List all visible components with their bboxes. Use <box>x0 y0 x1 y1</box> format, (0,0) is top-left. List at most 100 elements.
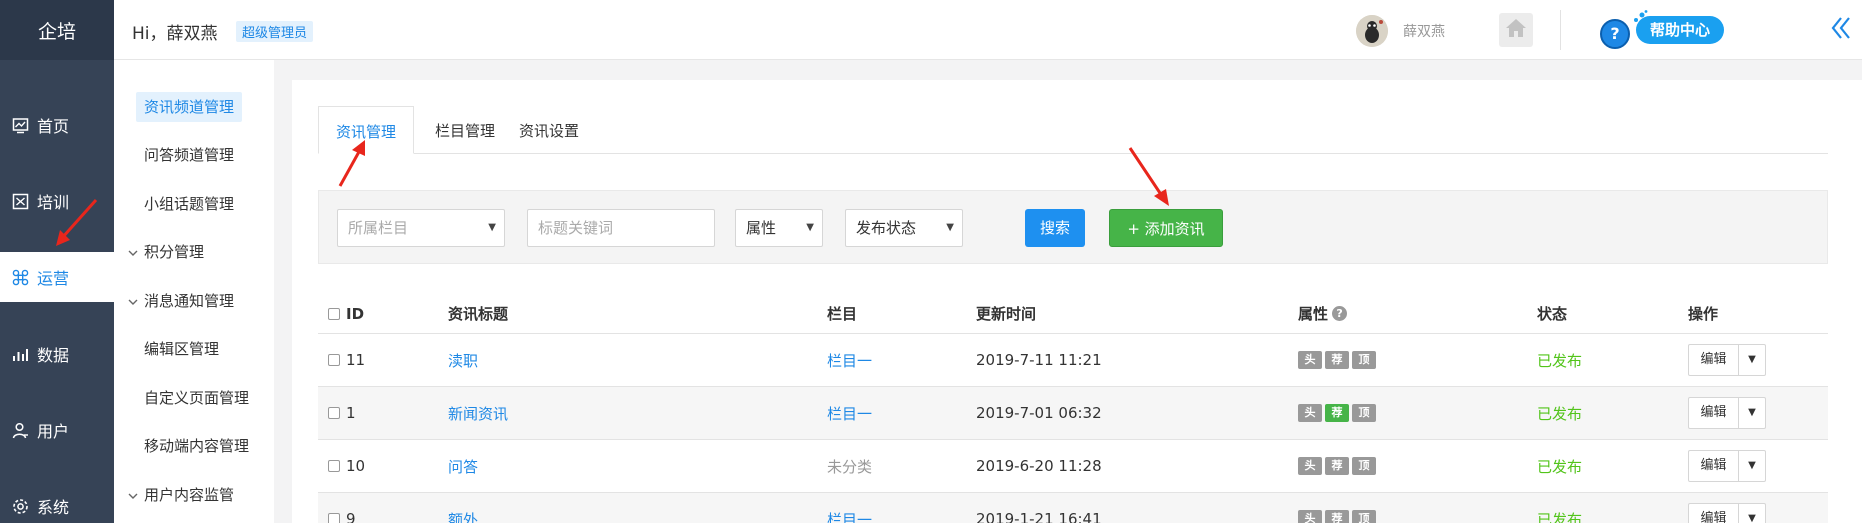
news-title-link[interactable]: 额外 <box>448 509 478 523</box>
row-checkbox[interactable] <box>328 354 340 366</box>
column-select-value: 所属栏目 <box>348 219 409 237</box>
submenu-item-editor-area[interactable]: 编辑区管理 <box>136 334 227 364</box>
caret-down-icon: ▼ <box>488 222 496 233</box>
row-checkbox[interactable] <box>328 460 340 472</box>
cell-id: 10 <box>328 440 365 492</box>
divider <box>1560 10 1561 50</box>
attribute-select[interactable]: 属性 ▼ <box>735 209 823 247</box>
header-id: ID <box>328 294 364 333</box>
nav-item-users[interactable]: 用户 <box>0 405 114 455</box>
submenu-item-qa-channel[interactable]: 问答频道管理 <box>136 140 242 170</box>
edit-button[interactable]: 编辑 <box>1689 345 1739 375</box>
secondary-menu: 资讯频道管理 问答频道管理 小组话题管理 积分管理 消息通知管理 编辑区管理 自… <box>114 60 274 523</box>
attribute-tag[interactable]: 荐 <box>1325 457 1349 475</box>
question-icon[interactable]: ? <box>1332 306 1348 321</box>
edit-button[interactable]: 编辑 <box>1689 451 1739 481</box>
column-link[interactable]: 栏目一 <box>827 350 872 371</box>
submenu-item-custom-pages[interactable]: 自定义页面管理 <box>136 383 257 413</box>
caret-down-icon: ▼ <box>946 222 954 233</box>
news-table: ID 资讯标题 栏目 更新时间 属性 ? 状态 操作 11 渎职 栏目一 201… <box>318 294 1828 523</box>
nav-item-operations[interactable]: 运营 <box>0 252 114 302</box>
content-card: 资讯管理 栏目管理 资讯设置 所属栏目 ▼ 标题关键词 属性 ▼ 发布状态 ▼ … <box>292 80 1862 523</box>
row-id: 10 <box>346 457 366 475</box>
news-title-link[interactable]: 问答 <box>448 456 478 477</box>
row-checkbox[interactable] <box>328 513 340 523</box>
chevron-down-icon[interactable]: ▼ <box>1739 398 1765 428</box>
attribute-tag[interactable]: 顶 <box>1352 351 1376 369</box>
status-badge: 已发布 <box>1537 510 1583 523</box>
avatar[interactable] <box>1356 15 1388 47</box>
nav-item-home[interactable]: 首页 <box>0 100 114 150</box>
attribute-tag[interactable]: 顶 <box>1352 510 1376 523</box>
status-badge: 已发布 <box>1537 457 1583 476</box>
app-logo[interactable]: 企培 <box>0 0 114 60</box>
nav-item-system[interactable]: 系统 <box>0 481 114 523</box>
chevron-down-icon[interactable]: ▼ <box>1739 504 1765 523</box>
news-title-link[interactable]: 渎职 <box>448 350 478 371</box>
cell-attributes: 头荐顶 <box>1298 387 1379 439</box>
publish-status-select[interactable]: 发布状态 ▼ <box>845 209 963 247</box>
attribute-tag[interactable]: 荐 <box>1325 351 1349 369</box>
submenu-item-news-channel[interactable]: 资讯频道管理 <box>136 92 243 122</box>
role-badge: 超级管理员 <box>236 21 314 42</box>
cell-status: 已发布 <box>1537 493 1582 523</box>
submenu-group-label: 消息通知管理 <box>144 292 235 310</box>
row-checkbox[interactable] <box>328 407 340 419</box>
tab-column-management[interactable]: 栏目管理 <box>418 106 512 154</box>
header-updated: 更新时间 <box>976 305 1037 323</box>
column-link[interactable]: 栏目一 <box>827 509 872 523</box>
tab-news-settings[interactable]: 资讯设置 <box>502 106 596 154</box>
chevron-down-icon <box>128 239 138 269</box>
main-nav: 企培 首页 培训 运营 数据 用户 系统 <box>0 0 114 523</box>
help-center-button[interactable]: 帮助中心 ? <box>1586 10 1736 52</box>
chevron-down-icon <box>128 288 138 318</box>
tab-news-management[interactable]: 资讯管理 <box>318 106 415 154</box>
submenu-item-mobile-content[interactable]: 移动端内容管理 <box>136 431 257 461</box>
header-column: 栏目 <box>827 305 858 323</box>
gear-icon <box>12 498 29 515</box>
chevron-down-icon[interactable]: ▼ <box>1739 345 1765 375</box>
cell-ops: 编辑 ▼ <box>1688 387 1766 439</box>
row-actions: 编辑 ▼ <box>1688 503 1766 523</box>
cell-id: 11 <box>328 334 365 386</box>
attribute-tag[interactable]: 荐 <box>1325 510 1349 523</box>
edit-button[interactable]: 编辑 <box>1689 504 1739 523</box>
cell-id: 9 <box>328 493 356 523</box>
column-select[interactable]: 所属栏目 ▼ <box>337 209 505 247</box>
select-all-checkbox[interactable] <box>328 307 340 320</box>
search-button[interactable]: 搜索 <box>1025 209 1085 247</box>
attribute-tag[interactable]: 顶 <box>1352 404 1376 422</box>
nav-item-label: 培训 <box>37 193 70 212</box>
row-actions: 编辑 ▼ <box>1688 344 1766 376</box>
chevron-down-icon[interactable]: ▼ <box>1739 451 1765 481</box>
table-row: 1 新闻资讯 栏目一 2019-7-01 06:32 头荐顶 已发布 编辑 ▼ <box>318 387 1828 440</box>
title-keyword-input[interactable]: 标题关键词 <box>527 209 715 247</box>
nav-item-training[interactable]: 培训 <box>0 176 114 226</box>
attribute-tag[interactable]: 头 <box>1298 351 1322 369</box>
edit-button[interactable]: 编辑 <box>1689 398 1739 428</box>
column-link[interactable]: 栏目一 <box>827 403 872 424</box>
attribute-tag[interactable]: 头 <box>1298 457 1322 475</box>
home-button[interactable] <box>1499 13 1533 47</box>
collapse-sidebar-button[interactable] <box>1830 14 1856 44</box>
row-actions: 编辑 ▼ <box>1688 397 1766 429</box>
nav-item-data[interactable]: 数据 <box>0 329 114 379</box>
cell-ops: 编辑 ▼ <box>1688 440 1766 492</box>
submenu-group-points[interactable]: 积分管理 <box>128 237 204 267</box>
cell-updated: 2019-7-01 06:32 <box>976 404 1102 422</box>
attribute-tag[interactable]: 顶 <box>1352 457 1376 475</box>
status-badge: 已发布 <box>1537 404 1583 423</box>
submenu-group-content-moderation[interactable]: 用户内容监管 <box>128 480 234 510</box>
attribute-tag[interactable]: 头 <box>1298 510 1322 523</box>
attribute-tag[interactable]: 头 <box>1298 404 1322 422</box>
add-news-button[interactable]: + 添加资讯 <box>1109 209 1223 247</box>
chart-icon <box>12 117 29 134</box>
row-id: 9 <box>346 510 356 523</box>
submenu-item-group-topics[interactable]: 小组话题管理 <box>136 189 242 219</box>
username[interactable]: 薛双燕 <box>1403 21 1445 41</box>
attribute-tag[interactable]: 荐 <box>1325 404 1349 422</box>
news-title-link[interactable]: 新闻资讯 <box>448 403 508 424</box>
nav-item-label: 用户 <box>37 422 70 441</box>
submenu-group-notifications[interactable]: 消息通知管理 <box>128 286 234 316</box>
cell-column: 栏目一 <box>827 387 872 439</box>
